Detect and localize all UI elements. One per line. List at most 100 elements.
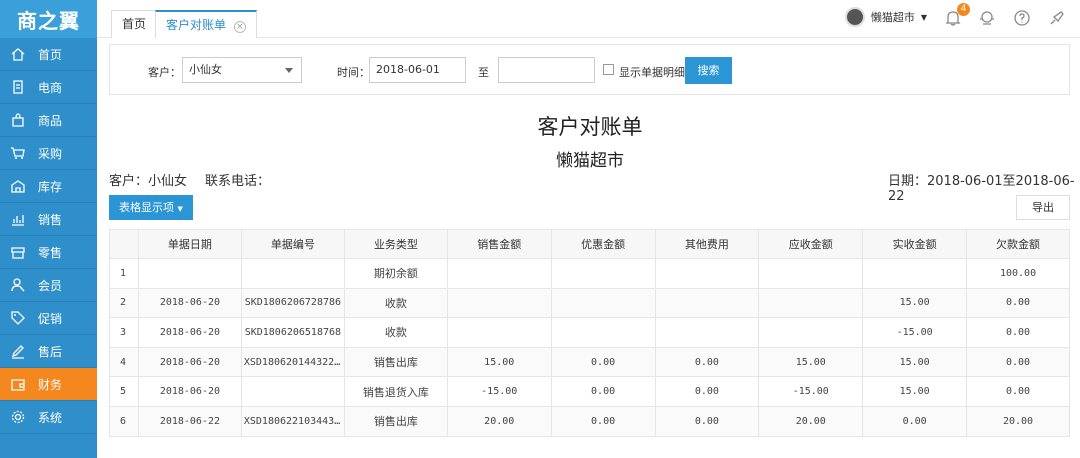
table-cell: 2018-06-20 <box>137 346 242 378</box>
column-header: 优惠金额 <box>550 229 656 259</box>
table-cell: 2018-06-20 <box>137 287 242 319</box>
table-cell: 2018-06-20 <box>137 317 242 348</box>
table-cell: 4 <box>109 346 139 378</box>
sidebar-item-label: 会员 <box>38 278 63 293</box>
table-cell: 0.00 <box>550 405 656 437</box>
table-cell: 收款 <box>343 287 448 319</box>
close-tab-icon[interactable]: × <box>233 21 246 33</box>
filter-panel: 客户： 小仙女 时间： 2018-06-01 至 显示单据明细 搜索 <box>109 44 1070 95</box>
customer-select-value: 小仙女 <box>189 63 222 76</box>
sidebar-item-4[interactable]: 库存 <box>0 170 97 203</box>
document-icon <box>10 79 26 95</box>
table-cell <box>758 317 864 348</box>
sidebar-item-5[interactable]: 销售 <box>0 203 97 236</box>
table-cell: 15.00 <box>862 346 968 378</box>
column-header: 单据编号 <box>240 229 345 259</box>
sidebar-item-0[interactable]: 首页 <box>0 38 97 71</box>
table-cell: 0.00 <box>966 346 1070 378</box>
bell-icon[interactable]: 4 <box>944 3 970 27</box>
show-detail-checkbox[interactable] <box>603 64 614 75</box>
column-header: 销售金额 <box>446 229 552 259</box>
table-cell: 0.00 <box>550 376 656 407</box>
sidebar-item-7[interactable]: 会员 <box>0 269 97 302</box>
caret-down-icon: ▼ <box>177 205 183 213</box>
table-cell <box>654 317 760 348</box>
table-row: 4 2018-06-20 XSD18062014432214 销售出库 15.00 0.0… <box>109 346 1070 378</box>
customer-info: 客户：小仙女 <box>109 174 188 189</box>
table-cell: 6 <box>109 405 139 437</box>
table-cell: 销售出库 <box>343 346 448 378</box>
sidebar-item-9[interactable]: 售后 <box>0 335 97 368</box>
statement-table: 单据日期 单据编号 业务类型 销售金额 优惠金额 其他费用 应收金额 实收金额 欠款金额 1 期初… <box>109 229 1070 437</box>
column-header: 欠款金额 <box>966 229 1070 259</box>
table-cell: 0.00 <box>966 287 1070 319</box>
notification-badge: 4 <box>957 3 970 16</box>
table-cell: 2018-06-22 <box>137 405 242 437</box>
table-cell <box>446 258 552 289</box>
brush-icon[interactable] <box>1048 9 1066 27</box>
column-header: 单据日期 <box>137 229 242 259</box>
chart-icon <box>10 211 26 227</box>
user-menu[interactable]: 懒猫超市 ▼ <box>844 7 927 27</box>
sidebar-item-1[interactable]: 电商 <box>0 71 97 104</box>
export-button-label: 导出 <box>1032 201 1054 214</box>
user-name: 懒猫超市 <box>870 11 915 24</box>
sidebar-item-11[interactable]: 系统 <box>0 401 97 434</box>
search-button[interactable]: 搜索 <box>685 57 732 84</box>
tag-icon <box>10 310 26 326</box>
avatar <box>844 7 865 27</box>
tab-home[interactable]: 首页 <box>111 10 158 38</box>
sidebar-item-label: 促销 <box>38 311 63 326</box>
table-cell: 15.00 <box>446 346 552 378</box>
table-cell: XSD18062014432214 <box>240 346 345 378</box>
search-button-label: 搜索 <box>697 64 720 77</box>
customer-select[interactable]: 小仙女 <box>182 57 302 83</box>
table-cell <box>240 376 345 407</box>
logo: 商之翼 <box>0 0 97 38</box>
table-cell: 100.00 <box>966 258 1070 289</box>
table-cell: 20.00 <box>758 405 864 437</box>
sidebar-item-label: 电商 <box>38 80 63 95</box>
table-cell: SKD1806206518768 <box>240 317 345 348</box>
table-cell: 0.00 <box>654 405 760 437</box>
member-icon <box>10 277 26 293</box>
table-cell: 15.00 <box>862 376 968 407</box>
sidebar-item-label: 系统 <box>38 410 63 425</box>
column-header: 实收金额 <box>862 229 968 259</box>
table-cell <box>137 258 242 289</box>
pen-icon <box>10 343 26 359</box>
column-header: 业务类型 <box>343 229 448 259</box>
table-row: 1 期初余额 100.00 <box>109 258 1070 289</box>
logo-text: 商之翼 <box>17 8 80 33</box>
table-cell: 20.00 <box>446 405 552 437</box>
export-button[interactable]: 导出 <box>1016 195 1070 220</box>
date-to-input[interactable] <box>498 57 595 83</box>
support-icon[interactable] <box>978 9 996 27</box>
table-cell <box>654 258 760 289</box>
sidebar-item-6[interactable]: 零售 <box>0 236 97 269</box>
table-row: 6 2018-06-22 XSD18062210344353 销售出库 20.00 0.0… <box>109 405 1070 437</box>
sidebar-item-8[interactable]: 促销 <box>0 302 97 335</box>
columns-button[interactable]: 表格显示项 ▼ <box>109 195 193 220</box>
table-cell <box>550 317 656 348</box>
date-from-input[interactable]: 2018-06-01 <box>369 57 466 83</box>
sidebar-item-10[interactable]: 财务 <box>0 368 97 401</box>
table-cell: 3 <box>109 317 139 348</box>
table-cell: 0.00 <box>966 376 1070 407</box>
sidebar-item-label: 库存 <box>38 179 63 194</box>
table-row: 2 2018-06-20 SKD1806206728786 收款 15.00 0.00 <box>109 287 1070 319</box>
table-cell <box>446 317 552 348</box>
table-cell <box>758 287 864 319</box>
help-icon[interactable] <box>1013 9 1031 27</box>
table-cell <box>550 258 656 289</box>
table-cell: 销售退货入库 <box>343 376 448 407</box>
sidebar-item-label: 销售 <box>38 212 63 227</box>
table-row: 5 2018-06-20 销售退货入库 -15.00 0.00 0.00 -15.00 15.… <box>109 376 1070 407</box>
tab-customer-statement[interactable]: 客户对账单 × <box>155 10 257 38</box>
sidebar-item-label: 财务 <box>38 377 63 392</box>
home-icon <box>10 46 26 62</box>
to-label: 至 <box>478 66 489 79</box>
columns-button-label: 表格显示项 <box>119 201 175 214</box>
time-label: 时间： <box>337 66 370 79</box>
table-cell: 0.00 <box>966 317 1070 348</box>
